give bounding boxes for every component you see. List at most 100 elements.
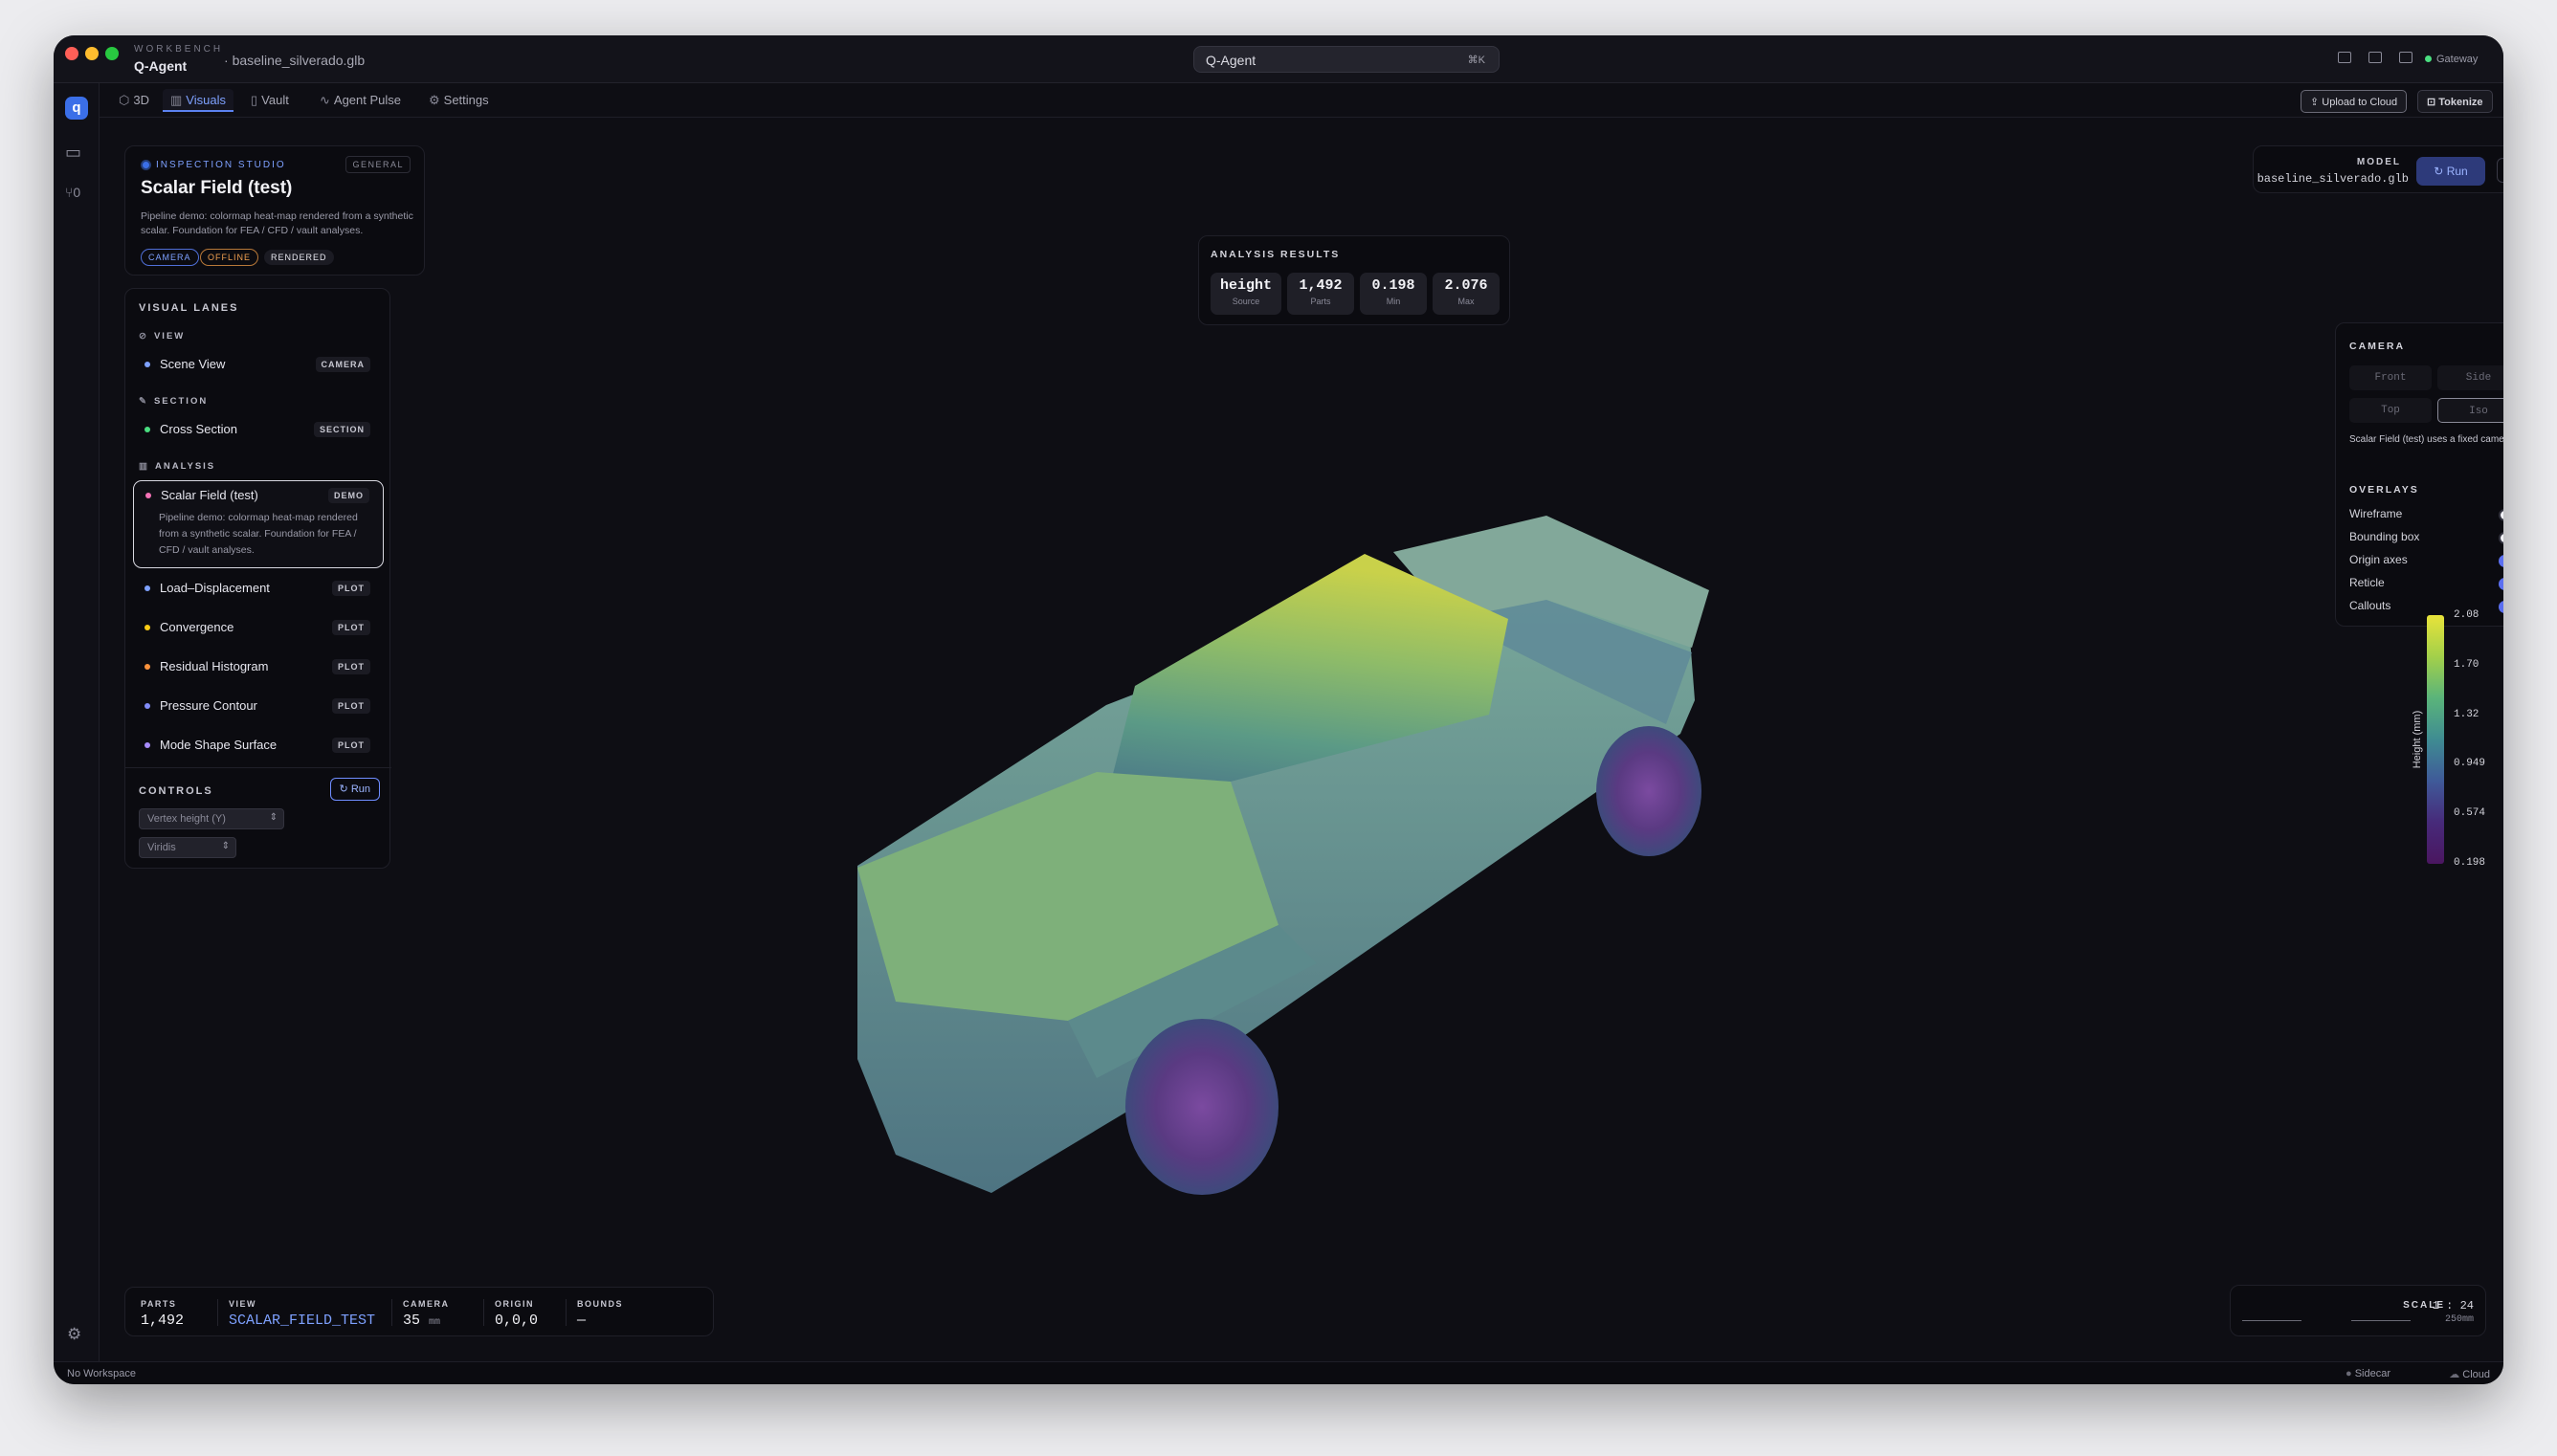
folder-icon[interactable]: ▭ (65, 143, 81, 163)
front-wheel-shape (1125, 1019, 1278, 1195)
cloud-status[interactable]: ☁ Cloud (2449, 1368, 2490, 1380)
run-label: Run (350, 783, 370, 795)
legend-tick: 0.949 (2454, 758, 2486, 769)
tab-bar: ⬡ 3D ▥ Visuals ▯ Vault ∿ Agent Pulse ⚙ Settin… (100, 83, 2503, 118)
app-logo-icon[interactable]: q (65, 97, 88, 120)
select-value: Viridis (147, 842, 176, 853)
lane-scalar-field[interactable]: Scalar Field (test) DEMO Pipeline demo: co… (133, 480, 384, 568)
scope-badge: GENERAL (345, 156, 411, 173)
lane-load-displacement[interactable]: Load–Displacement PLOT (133, 574, 384, 603)
compass-icon: ⊘ (139, 331, 148, 342)
lane-dot-icon (145, 585, 150, 591)
scale-mark: 250mm (2444, 1314, 2474, 1325)
upload-to-cloud-button[interactable]: ⇪ Upload to Cloud (2301, 90, 2408, 113)
lane-label: Scalar Field (test) (161, 488, 258, 502)
lane-pressure-contour[interactable]: Pressure Contour PLOT (133, 692, 384, 720)
branch-icon[interactable]: ⑂0 (65, 185, 80, 200)
left-panel-toggle-icon[interactable] (2338, 52, 2351, 63)
lane-label: Scene View (160, 357, 226, 371)
settings-gear-icon[interactable]: ⚙ (67, 1325, 81, 1344)
status-value: SCALAR_FIELD_TEST (229, 1313, 376, 1329)
wireframe-toggle[interactable] (2499, 509, 2503, 521)
lane-mode-shape-surface[interactable]: Mode Shape Surface PLOT (133, 731, 384, 760)
studio-status-dot-icon (141, 160, 151, 170)
offline-chip: OFFLINE (200, 249, 259, 266)
lane-residual-histogram[interactable]: Residual Histogram PLOT (133, 652, 384, 681)
status-value: — (577, 1313, 587, 1329)
colormap-legend-bar (2427, 615, 2444, 864)
lane-label: Load–Displacement (160, 581, 270, 595)
command-search[interactable]: Q-Agent ⌘K (1193, 46, 1500, 73)
view-top-button[interactable]: Top (2349, 398, 2432, 423)
tab-visuals[interactable]: ▥ Visuals (163, 89, 233, 112)
origin-axes-toggle[interactable] (2499, 555, 2503, 567)
tab-settings[interactable]: ⚙ Settings (421, 89, 497, 112)
maximize-window-button[interactable] (105, 47, 119, 60)
refresh-icon: ↻ (2434, 165, 2447, 178)
reticle-toggle[interactable] (2499, 578, 2503, 590)
tab-vault[interactable]: ▯ Vault (243, 89, 297, 112)
lane-label: Mode Shape Surface (160, 738, 278, 752)
controls-run-button[interactable]: ↻ Run (329, 778, 380, 801)
view-iso-button[interactable]: Iso (2437, 398, 2503, 423)
stat-parts: 1,492 Parts (1287, 273, 1354, 315)
analysis-section-header: ▥ ANALYSIS (139, 461, 215, 472)
view-side-button[interactable]: Side (2437, 365, 2503, 390)
lane-cross-section[interactable]: Cross Section SECTION (133, 415, 384, 444)
callouts-toggle[interactable] (2499, 601, 2503, 613)
token-icon: ⊡ (2427, 97, 2439, 108)
overlay-label: Wireframe (2349, 507, 2403, 520)
upload-icon: ⇪ (2310, 97, 2323, 108)
bottom-panel-toggle-icon[interactable] (2368, 52, 2382, 63)
overlay-label: Callouts (2349, 599, 2391, 612)
sidecar-status[interactable]: ● Sidecar (2346, 1368, 2390, 1379)
status-key: CAMERA (403, 1299, 450, 1309)
lane-label: Residual Histogram (160, 659, 269, 673)
brand-caption: WORKBENCH (134, 44, 224, 55)
tab-label: Visuals (186, 93, 226, 107)
stat-key: Parts (1310, 297, 1331, 306)
lane-convergence[interactable]: Convergence PLOT (133, 613, 384, 642)
section-label: SECTION (153, 396, 209, 407)
results-title: ANALYSIS RESULTS (1211, 249, 1341, 260)
bounding-box-toggle[interactable] (2499, 532, 2503, 544)
section-section-header: ✎ SECTION (139, 396, 208, 407)
overlay-label: Bounding box (2349, 530, 2420, 543)
close-icon[interactable]: ✕ (2497, 158, 2503, 183)
minimize-window-button[interactable] (85, 47, 99, 60)
workspace-status[interactable]: No Workspace (67, 1368, 136, 1379)
cloud-label: Cloud (2462, 1369, 2490, 1380)
lane-label: Cross Section (160, 422, 237, 436)
stat-value: height (1219, 277, 1272, 294)
right-panel-toggle-icon[interactable] (2399, 52, 2412, 63)
lane-badge: CAMERA (315, 357, 370, 372)
view-section-header: ⊘ VIEW (139, 331, 185, 342)
lane-dot-icon (145, 493, 151, 498)
scale-card: SCALE 1 : 24 250mm (2230, 1285, 2486, 1336)
tab-label: Settings (443, 93, 489, 107)
dot-icon: ● (2346, 1368, 2355, 1379)
tab-label: 3D (133, 93, 149, 107)
tab-3d[interactable]: ⬡ 3D (111, 89, 157, 112)
stat-value: 2.076 (1444, 277, 1488, 294)
gateway-status[interactable]: Gateway (2425, 54, 2478, 65)
status-value: 1,492 (141, 1313, 185, 1329)
section-label: VIEW (153, 331, 186, 342)
tab-agent-pulse[interactable]: ∿ Agent Pulse (312, 89, 409, 112)
cloud-icon: ☁ (2449, 1369, 2463, 1380)
truck-heatmap-model[interactable] (781, 485, 1776, 1212)
divider (483, 1299, 484, 1326)
lane-badge: PLOT (332, 698, 370, 714)
lane-scene-view[interactable]: Scene View CAMERA (133, 350, 384, 379)
status-value: 35 (403, 1313, 421, 1329)
file-breadcrumb: · baseline_silverado.glb (224, 53, 366, 68)
view-front-button[interactable]: Front (2349, 365, 2432, 390)
colormap-select[interactable]: Viridis ⇕ (139, 837, 236, 858)
studio-label: INSPECTION STUDIO (156, 160, 286, 170)
close-window-button[interactable] (65, 47, 78, 60)
tokenize-button[interactable]: ⊡ Tokenize (2417, 90, 2493, 113)
scalar-source-select[interactable]: Vertex height (Y) ⇕ (139, 808, 284, 829)
model-run-button[interactable]: ↻ Run (2416, 157, 2485, 186)
stat-key: Max (1457, 297, 1475, 306)
legend-tick: 2.08 (2454, 609, 2479, 621)
